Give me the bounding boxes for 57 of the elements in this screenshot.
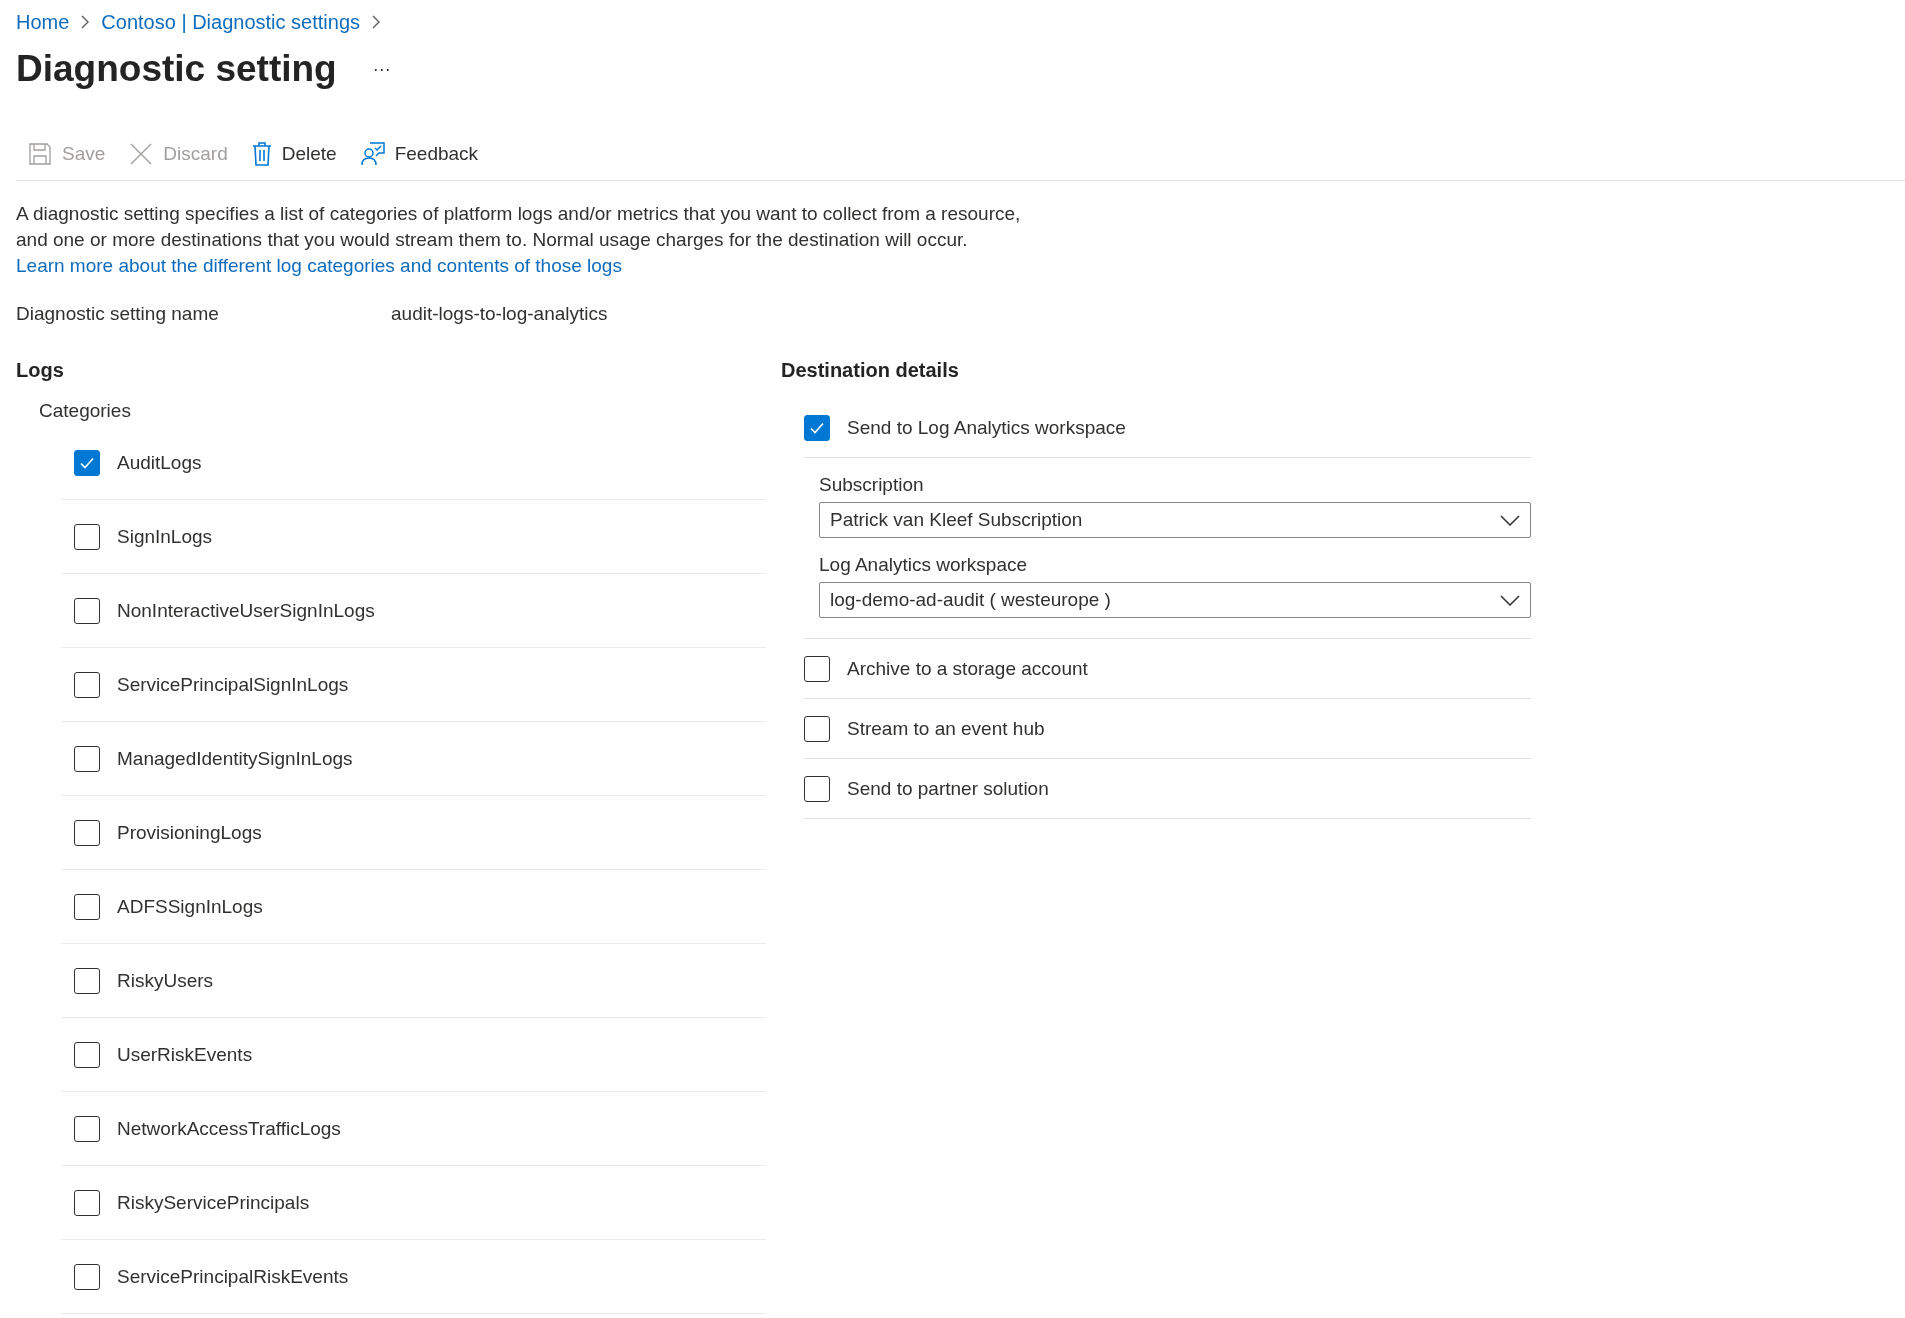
field-value: audit-logs-to-log-analytics (391, 303, 608, 325)
checkbox-label: RiskyServicePrincipals (117, 1191, 310, 1214)
breadcrumb-link[interactable]: Home (16, 10, 70, 34)
checkbox-label: NonInteractiveUserSignInLogs (117, 599, 375, 622)
dropdown[interactable]: Patrick van Kleef Subscription (819, 502, 1531, 538)
checkbox-label: RiskyUsers (117, 969, 214, 992)
checkbox-label: ServicePrincipalSignInLogs (117, 673, 349, 696)
checkbox[interactable] (74, 1115, 100, 1142)
checkbox-label: ManagedIdentitySignInLogs (117, 747, 353, 770)
checkbox[interactable] (804, 414, 830, 441)
subheading: Categories (39, 400, 132, 422)
checkbox[interactable] (74, 523, 100, 550)
checkbox-label: SignInLogs (117, 525, 213, 548)
checkbox[interactable] (74, 1263, 100, 1290)
section-heading: Logs (16, 359, 65, 382)
checkbox-label: ServicePrincipalRiskEvents (117, 1265, 349, 1288)
checkbox[interactable] (804, 655, 830, 682)
checkbox-label: Send to partner solution (847, 777, 1049, 800)
chevron-right-icon (372, 15, 381, 29)
checkbox-label: UserRiskEvents (117, 1043, 253, 1066)
checkbox[interactable] (804, 775, 830, 802)
checkbox-label: NetworkAccessTrafficLogs (117, 1117, 341, 1140)
dropdown[interactable]: log-demo-ad-audit ( westeurope ) (819, 582, 1531, 618)
checkbox-label: ADFSSignInLogs (117, 895, 263, 918)
description-text: A diagnostic setting specifies a list of categories of platform logs and/or metrics that you want to collect from a resource, and one or more destinations that you would stream them to. Normal usage charges for the destination will occur. Learn more about the different log categories and contents of those logs (16, 202, 1022, 278)
checkbox[interactable] (74, 745, 100, 772)
field-label: Subscription (819, 474, 925, 496)
checkbox-label: Stream to an event hub (847, 717, 1045, 740)
feedback-button[interactable]: Feedback (358, 138, 481, 170)
more-button[interactable]: ··· (372, 58, 391, 80)
save-icon (28, 142, 52, 166)
checkbox-label: ProvisioningLogs (117, 821, 262, 844)
page-title: Diagnostic setting (16, 48, 337, 90)
checkbox[interactable] (74, 449, 100, 476)
delete-button[interactable]: Delete (249, 138, 339, 170)
checkbox-label: Archive to a storage account (847, 657, 1088, 680)
person-speech-icon (360, 142, 385, 166)
learn-more-link[interactable]: Learn more about the different log categories and contents of those logs (16, 255, 622, 276)
checkbox[interactable] (74, 1041, 100, 1068)
checkbox[interactable] (74, 597, 100, 624)
field-label: Log Analytics workspace (819, 554, 1029, 576)
chevron-right-icon (81, 15, 90, 29)
checkbox[interactable] (74, 671, 100, 698)
checkbox[interactable] (74, 893, 100, 920)
checkbox[interactable] (74, 1189, 100, 1216)
section-heading: Destination details (781, 359, 960, 382)
breadcrumb-link[interactable]: Contoso | Diagnostic settings (101, 10, 361, 34)
checkbox[interactable] (804, 715, 830, 742)
trash-icon (251, 142, 272, 166)
checkbox-label: AuditLogs (117, 451, 202, 474)
checkbox-label: Send to Log Analytics workspace (847, 416, 1126, 439)
checkbox[interactable] (74, 819, 100, 846)
chevron-down-icon (1500, 514, 1520, 526)
checkbox[interactable] (74, 967, 100, 994)
close-icon (129, 142, 154, 166)
field-label: Diagnostic setting name (16, 303, 220, 325)
chevron-down-icon (1500, 594, 1520, 606)
